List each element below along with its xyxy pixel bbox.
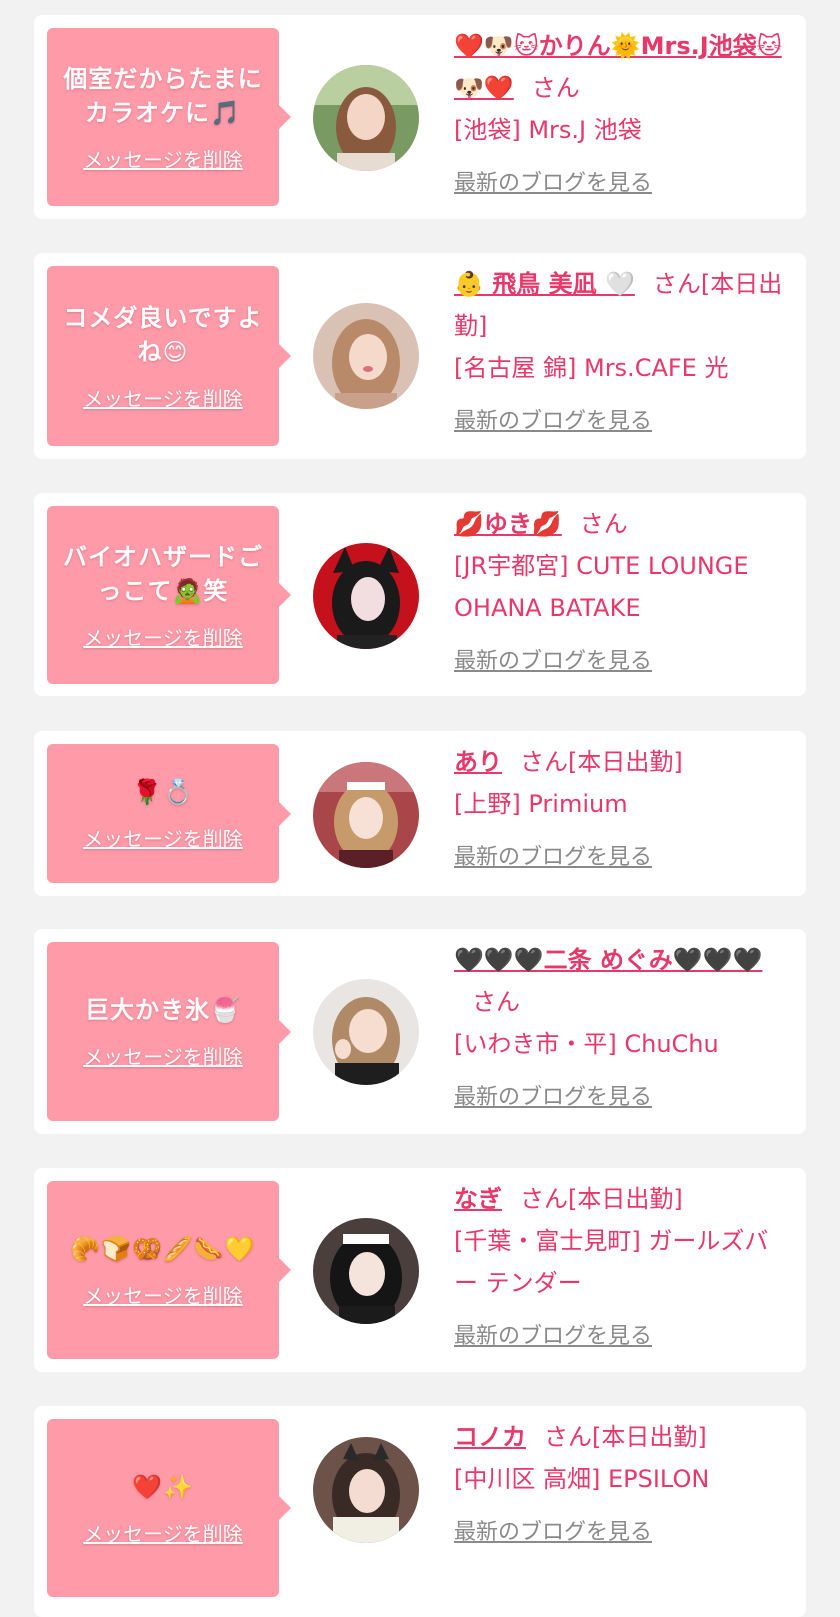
cast-info: 👶 飛鳥 美凪 🤍 さん[本日出勤] [名古屋 錦] Mrs.CAFE 光 最新の… xyxy=(454,263,784,443)
avatar[interactable] xyxy=(313,543,419,649)
latest-blog-link[interactable]: 最新のブログを見る xyxy=(454,1077,652,1119)
shop-name: [いわき市・平] ChuChu xyxy=(454,1030,719,1058)
message-list: 個室だからたまにカラオケに🎵 メッセージを削除 ❤️🐶🐱かりん🌞Mrs.J池袋🐱… xyxy=(0,0,840,1617)
message-card: バイオハザードごっこて🧟笑 メッセージを削除 💋ゆき💋 さん [JR宇都宮] CU… xyxy=(34,493,806,696)
avatar-photo-icon xyxy=(313,303,419,409)
message-text: 個室だからたまにカラオケに🎵 xyxy=(63,64,263,127)
message-bubble: 🌹💍 メッセージを削除 xyxy=(47,744,291,883)
message-card: 🌹💍 メッセージを削除 あり さん[本日出勤] [上野] Primium 最新のブ… xyxy=(34,731,806,896)
delete-message-link[interactable]: メッセージを削除 xyxy=(83,622,243,651)
cast-info: コノカ さん[本日出勤] [中川区 高畑] EPSILON 最新のブログを見る xyxy=(454,1416,784,1554)
cast-info: ❤️🐶🐱かりん🌞Mrs.J池袋🐱🐶❤️ さん [池袋] Mrs.J 池袋 最新のブ… xyxy=(454,25,784,205)
avatar[interactable] xyxy=(313,762,419,868)
shop-name: [中川区 高畑] EPSILON xyxy=(454,1465,710,1493)
message-text: ❤️✨ xyxy=(132,1472,194,1501)
avatar-photo-icon xyxy=(313,65,419,171)
message-bubble: コメダ良いですよね😊 メッセージを削除 xyxy=(47,266,291,446)
honorific: さん xyxy=(472,988,520,1016)
honorific: さん xyxy=(531,74,580,102)
honorific: さん xyxy=(652,270,701,298)
message-bubble: ❤️✨ メッセージを削除 xyxy=(47,1419,291,1597)
shop-name: [JR宇都宮] CUTE LOUNGE OHANA BATAKE xyxy=(454,552,749,622)
shop-name: [上野] Primium xyxy=(454,790,628,818)
latest-blog-link[interactable]: 最新のブログを見る xyxy=(454,641,652,683)
avatar-photo-icon xyxy=(313,979,419,1085)
avatar[interactable] xyxy=(313,1437,419,1543)
delete-message-link[interactable]: メッセージを削除 xyxy=(83,823,243,852)
honorific: さん xyxy=(520,1185,568,1213)
avatar[interactable] xyxy=(313,979,419,1085)
latest-blog-link[interactable]: 最新のブログを見る xyxy=(454,163,652,205)
avatar[interactable] xyxy=(313,65,419,171)
message-bubble: 🥐🍞🥨🥖🌭💛 メッセージを削除 xyxy=(47,1181,291,1359)
honorific: さん xyxy=(520,748,568,776)
delete-message-link[interactable]: メッセージを削除 xyxy=(83,1280,243,1309)
delete-message-link[interactable]: メッセージを削除 xyxy=(83,1041,243,1070)
avatar[interactable] xyxy=(313,1218,419,1324)
status-text: [本日出勤] xyxy=(568,1185,683,1213)
shop-name: [名古屋 錦] Mrs.CAFE 光 xyxy=(454,354,729,382)
latest-blog-link[interactable]: 最新のブログを見る xyxy=(454,1316,652,1358)
status-text: [本日出勤] xyxy=(568,748,683,776)
cast-name-link[interactable]: あり xyxy=(454,748,502,776)
message-text: 巨大かき氷🍧 xyxy=(85,996,241,1024)
message-text: 🥐🍞🥨🥖🌭💛 xyxy=(70,1234,256,1263)
message-text: バイオハザードごっこて🧟笑 xyxy=(63,542,263,605)
message-card: 巨大かき氷🍧 メッセージを削除 🖤🖤🖤二条 めぐみ🖤🖤🖤 さん [いわき市・平] … xyxy=(34,929,806,1134)
avatar-photo-icon xyxy=(313,1218,419,1324)
shop-name: [千葉・富士見町] ガールズバー テンダー xyxy=(454,1227,769,1297)
cast-name-link[interactable]: 💋ゆき💋 xyxy=(454,510,562,538)
shop-name: [池袋] Mrs.J 池袋 xyxy=(454,116,642,144)
avatar-photo-icon xyxy=(313,1437,419,1543)
message-text: 🌹💍 xyxy=(132,778,194,806)
message-card: 個室だからたまにカラオケに🎵 メッセージを削除 ❤️🐶🐱かりん🌞Mrs.J池袋🐱… xyxy=(34,15,806,219)
cast-name-link[interactable]: 👶 飛鳥 美凪 🤍 xyxy=(454,270,635,298)
cast-name-link[interactable]: 🖤🖤🖤二条 めぐみ🖤🖤🖤 xyxy=(454,946,762,974)
message-bubble: バイオハザードごっこて🧟笑 メッセージを削除 xyxy=(47,506,291,684)
message-card: コメダ良いですよね😊 メッセージを削除 👶 飛鳥 美凪 🤍 さん[本日出勤] [名… xyxy=(34,253,806,459)
latest-blog-link[interactable]: 最新のブログを見る xyxy=(454,1512,652,1554)
cast-name-link[interactable]: なぎ xyxy=(454,1185,502,1213)
cast-info: 💋ゆき💋 さん [JR宇都宮] CUTE LOUNGE OHANA BATAKE … xyxy=(454,503,784,683)
message-text: コメダ良いですよね😊 xyxy=(63,303,263,366)
message-bubble: 個室だからたまにカラオケに🎵 メッセージを削除 xyxy=(47,28,291,206)
delete-message-link[interactable]: メッセージを削除 xyxy=(83,383,243,412)
honorific: さん xyxy=(579,510,628,538)
message-card: ❤️✨ メッセージを削除 コノカ さん[本日出勤] [中川区 高畑] EPSILO… xyxy=(34,1406,806,1617)
cast-info: なぎ さん[本日出勤] [千葉・富士見町] ガールズバー テンダー 最新のブログを… xyxy=(454,1178,784,1358)
avatar-photo-icon xyxy=(313,543,419,649)
delete-message-link[interactable]: メッセージを削除 xyxy=(83,144,243,173)
delete-message-link[interactable]: メッセージを削除 xyxy=(83,1518,243,1547)
cast-info: あり さん[本日出勤] [上野] Primium 最新のブログを見る xyxy=(454,741,784,879)
honorific: さん xyxy=(544,1423,592,1451)
cast-info: 🖤🖤🖤二条 めぐみ🖤🖤🖤 さん [いわき市・平] ChuChu 最新のブログを見る xyxy=(454,939,784,1119)
message-card: 🥐🍞🥨🥖🌭💛 メッセージを削除 なぎ さん[本日出勤] [千葉・富士見町] ガール… xyxy=(34,1168,806,1372)
cast-name-link[interactable]: コノカ xyxy=(454,1423,526,1451)
status-text: [本日出勤] xyxy=(592,1423,707,1451)
message-bubble: 巨大かき氷🍧 メッセージを削除 xyxy=(47,942,291,1121)
latest-blog-link[interactable]: 最新のブログを見る xyxy=(454,401,652,443)
avatar-photo-icon xyxy=(313,762,419,868)
latest-blog-link[interactable]: 最新のブログを見る xyxy=(454,837,652,879)
cast-name-link[interactable]: ❤️🐶🐱かりん🌞Mrs.J池袋🐱🐶❤️ xyxy=(454,32,782,102)
avatar[interactable] xyxy=(313,303,419,409)
